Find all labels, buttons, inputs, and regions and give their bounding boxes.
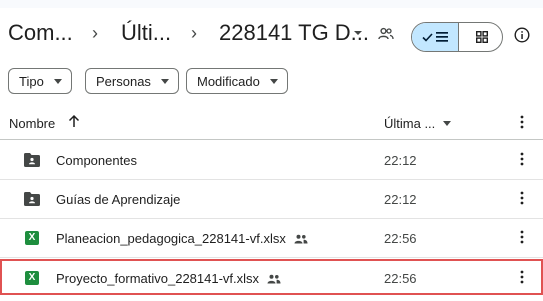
column-header-name[interactable]: Nombre [9,116,55,131]
modified-time: 22:12 [384,153,417,168]
file-name-text: Proyecto_formativo_228141-vf.xlsx [56,271,260,286]
arrow-up-icon[interactable] [68,114,80,128]
excel-icon: X [25,271,39,285]
breadcrumb-separator: › [92,23,98,43]
dropdown-arrow-icon [443,121,452,126]
chip-label: Modificado [197,73,260,89]
filter-chip-type[interactable]: Tipo [8,68,72,94]
column-header-modified-label: Última ... [384,116,436,131]
top-strip [0,0,543,8]
table-header: Nombre Última ... [0,108,543,140]
shared-people-icon [267,274,281,283]
column-header-modified[interactable]: Última ... [384,116,452,131]
dropdown-arrow-icon [160,78,169,84]
table-row-selected[interactable]: X Proyecto_formativo_228141-vf.xlsx 22:5… [0,259,543,295]
grid-view-button[interactable] [458,23,502,51]
breadcrumb-separator: › [191,23,197,43]
breadcrumb-item-current[interactable]: 228141 TG D... [219,20,369,46]
table-row[interactable]: X Planeacion_pedagogica_228141-vf.xlsx 2… [0,219,543,258]
excel-icon: X [25,231,39,245]
file-name: Componentes [56,153,137,168]
list-view-button[interactable] [412,23,458,51]
breadcrumb: Com... › Últi... › 228141 TG D... [0,16,543,56]
grid-view-icon [475,31,488,43]
more-vert-icon[interactable] [520,152,524,166]
check-icon [422,32,433,42]
chevron-down-icon[interactable] [353,28,363,38]
shared-people-icon [294,234,308,243]
view-toggle [411,22,503,52]
filter-chip-modified[interactable]: Modificado [186,68,288,94]
shared-folder-icon [24,192,40,206]
modified-time: 22:12 [384,192,417,207]
dropdown-arrow-icon [53,78,62,84]
shared-folder-icon [24,153,40,167]
chip-label: Tipo [19,73,44,89]
file-name: Planeacion_pedagogica_228141-vf.xlsx [56,231,308,246]
info-icon[interactable] [514,27,530,43]
more-vert-icon[interactable] [520,230,524,244]
breadcrumb-item-1[interactable]: Com... [8,20,73,46]
list-view-icon [436,32,448,42]
more-vert-icon[interactable] [520,270,524,284]
table-row[interactable]: Componentes 22:12 [0,141,543,180]
table-row[interactable]: Guías de Aprendizaje 22:12 [0,180,543,219]
file-name: Guías de Aprendizaje [56,192,180,207]
people-icon [378,27,394,40]
file-name-text: Planeacion_pedagogica_228141-vf.xlsx [56,231,286,246]
file-name-text: Guías de Aprendizaje [56,192,181,207]
modified-time: 22:56 [384,271,417,286]
file-name-text: Componentes [56,153,137,168]
breadcrumb-item-2[interactable]: Últi... [121,20,171,46]
dropdown-arrow-icon [269,78,278,84]
file-name: Proyecto_formativo_228141-vf.xlsx [56,271,281,286]
chip-label: Personas [96,73,151,89]
filter-chip-people[interactable]: Personas [85,68,179,94]
more-vert-icon[interactable] [520,191,524,205]
modified-time: 22:56 [384,231,417,246]
more-vert-icon[interactable] [520,115,524,129]
